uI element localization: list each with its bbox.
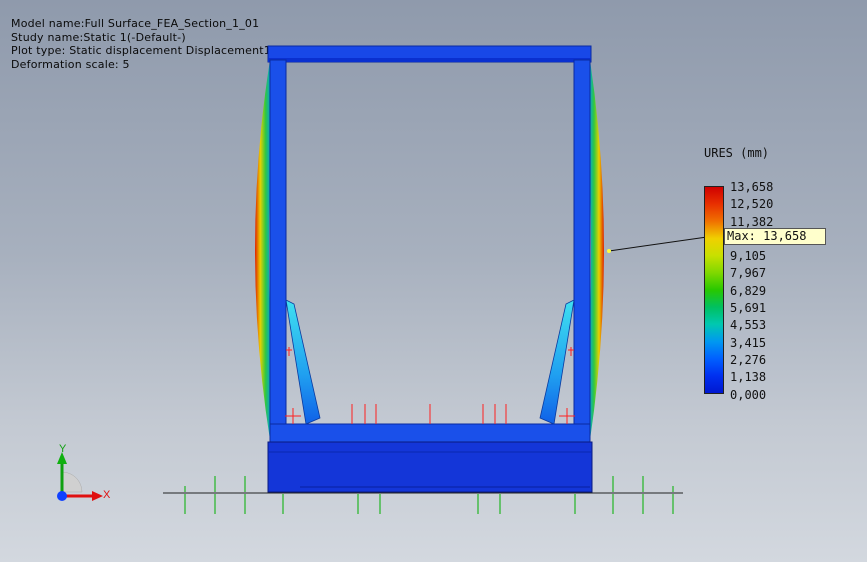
- legend-value: 3,415: [730, 335, 767, 350]
- legend-title: URES (mm): [704, 146, 770, 160]
- legend-value: 1,138: [730, 370, 767, 385]
- legend-value: 0,000: [730, 387, 767, 402]
- max-value-annotation[interactable]: Max: 13,658: [724, 228, 826, 245]
- axis-triad[interactable]: Y X: [57, 443, 111, 501]
- legend-value: 4,553: [730, 318, 767, 333]
- legend-value: 7,967: [730, 266, 767, 281]
- triad-y-label: Y: [59, 443, 67, 455]
- legend-value: 2,276: [730, 352, 767, 367]
- legend-value: 6,829: [730, 283, 767, 298]
- legend-values: 13,658 12,520 11,382 10,243 9,105 7,967 …: [730, 179, 773, 404]
- load-markers: [285, 347, 575, 424]
- legend-value: 12,520: [730, 197, 774, 212]
- frame-structure: [267, 45, 593, 493]
- legend-value: 5,691: [730, 301, 767, 316]
- legend-value: 9,105: [730, 249, 767, 264]
- triad-x-label: X: [103, 489, 111, 501]
- max-point-marker: [607, 249, 611, 253]
- legend-value: 13,658: [730, 180, 774, 194]
- color-legend-bar: [704, 186, 724, 394]
